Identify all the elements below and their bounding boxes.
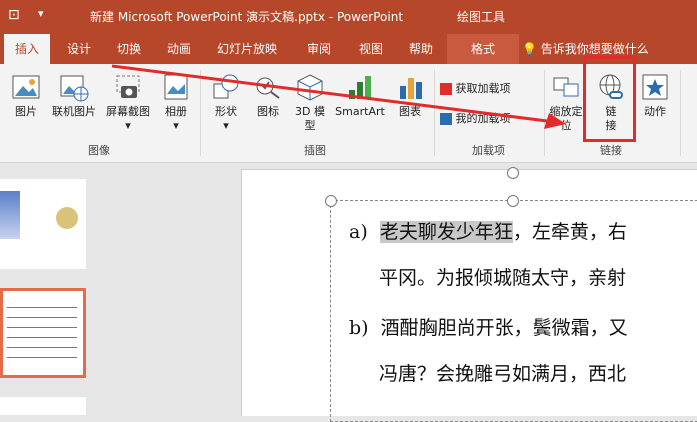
annotation-highlight-box [583,56,636,142]
slide-thumbnails-pane [0,163,113,415]
list-marker-a: a) [349,221,368,243]
slide-thumbnail-1[interactable] [0,179,86,269]
thumbnail-text-lines [7,301,77,361]
slide-editor: a) 老夫聊发少年狂，左牵黄，右 平冈。为报倾城随太守，亲射 b) 酒酣胸胆尚开… [113,163,697,422]
paragraph-a-line-2: 平冈。为报倾城随太守，亲射 [379,267,627,289]
text-box[interactable]: a) 老夫聊发少年狂，左牵黄，右 平冈。为报倾城随太守，亲射 b) 酒酣胸胆尚开… [325,167,697,422]
paragraph-b-text: 酒酣胸胆尚开张，鬓微霜，又 [380,317,628,339]
resize-handle[interactable] [325,195,337,207]
rotate-handle[interactable] [507,167,519,179]
list-marker-b: b) [349,317,369,339]
slide-canvas[interactable]: a) 老夫聊发少年狂，左牵黄，右 平冈。为报倾城随太守，亲射 b) 酒酣胸胆尚开… [241,167,697,422]
paragraph-a-text: ，左牵黄，右 [512,221,627,243]
slide-thumbnail-3[interactable] [0,397,86,415]
paragraph-a-line-1: a) 老夫聊发少年狂，左牵黄，右 [349,217,627,244]
paragraph-b-line-1: b) 酒酣胸胆尚开张，鬓微霜，又 [349,313,628,340]
selected-text[interactable]: 老夫聊发少年狂 [379,221,513,243]
thumbnail-flower-graphic [56,207,78,229]
slide-thumbnail-2-selected[interactable] [0,288,86,378]
paragraph-b-line-2: 冯唐？会挽雕弓如满月，西北 [379,363,627,385]
resize-handle[interactable] [507,195,519,207]
thumbnail-table-graphic [0,191,20,239]
